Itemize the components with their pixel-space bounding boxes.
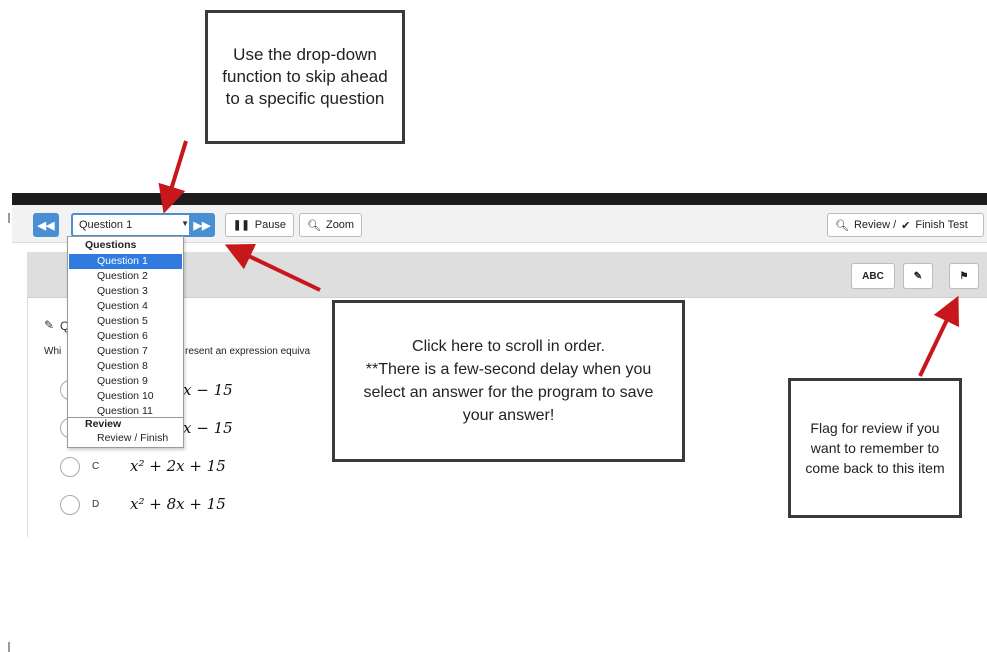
arrow-to-next-button <box>224 243 321 292</box>
arrow-to-flag-button <box>918 295 959 377</box>
arrow-to-dropdown <box>158 140 188 214</box>
callout-arrows <box>158 140 959 377</box>
